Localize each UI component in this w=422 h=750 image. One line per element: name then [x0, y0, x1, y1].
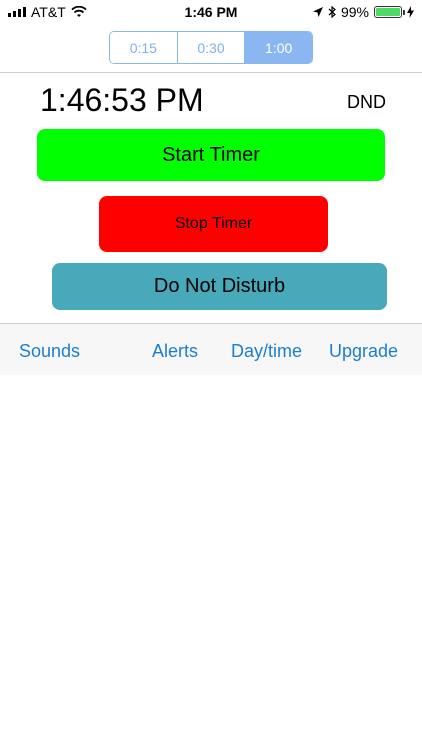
divider — [0, 72, 422, 73]
bottom-toolbar: Sounds Alerts Day/time Upgrade — [0, 323, 422, 375]
dnd-label: DND — [347, 92, 386, 112]
status-right: 99% — [312, 4, 414, 20]
battery-percent: 99% — [340, 4, 369, 20]
status-bar: AT&T 1:46 PM 99% — [0, 0, 422, 26]
battery-icon — [374, 6, 405, 18]
start-timer-button[interactable]: Start Timer — [37, 129, 385, 181]
tab-upgrade[interactable]: Upgrade — [329, 341, 398, 362]
interval-option-0-30[interactable]: 0:30 — [176, 32, 245, 63]
tab-alerts[interactable]: Alerts — [152, 341, 198, 362]
interval-option-0-15[interactable]: 0:15 — [110, 32, 177, 63]
tab-sounds[interactable]: Sounds — [19, 341, 80, 362]
location-icon — [312, 7, 323, 17]
charging-icon — [407, 6, 414, 18]
interval-option-1-00[interactable]: 1:00 — [244, 32, 312, 63]
clock-display: 1:46:53 PM — [40, 82, 204, 118]
interval-selector: 0:15 0:30 1:00 — [109, 31, 313, 64]
stop-timer-button[interactable]: Stop Timer — [99, 196, 328, 252]
tab-day-time[interactable]: Day/time — [231, 341, 302, 362]
do-not-disturb-button[interactable]: Do Not Disturb — [52, 263, 387, 310]
bluetooth-icon — [328, 6, 336, 18]
